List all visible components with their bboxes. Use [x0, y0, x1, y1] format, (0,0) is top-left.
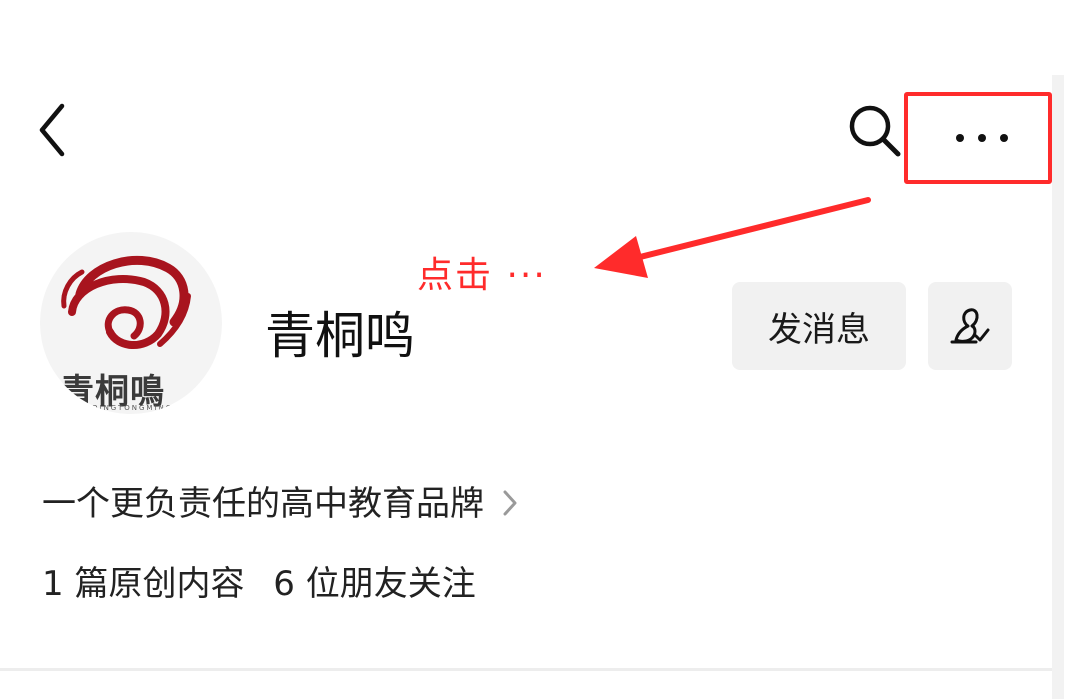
- send-message-button[interactable]: 发消息: [732, 282, 906, 370]
- section-divider: [0, 668, 1052, 671]
- more-button[interactable]: [904, 92, 1052, 184]
- account-stats: 1 篇原创内容 6 位朋友关注: [42, 556, 476, 605]
- follow-status-button[interactable]: [928, 282, 1012, 370]
- search-icon: [849, 105, 901, 157]
- avatar[interactable]: 青桐鳴 QINGTONGMING: [40, 232, 222, 414]
- avatar-logo-subtext: QINGTONGMING: [92, 404, 174, 412]
- more-horizontal-icon: [956, 134, 1008, 142]
- user-check-icon: [950, 308, 990, 344]
- chevron-left-icon: [39, 103, 65, 157]
- right-scroll-edge: [1052, 75, 1064, 699]
- friends-following-count[interactable]: 6 位朋友关注: [273, 564, 475, 604]
- original-content-count[interactable]: 1 篇原创内容: [42, 564, 244, 604]
- search-button[interactable]: [842, 98, 906, 162]
- chevron-right-icon: [503, 490, 517, 515]
- account-intro-row[interactable]: 一个更负责任的高中教育品牌: [42, 476, 518, 525]
- account-intro-text: 一个更负责任的高中教育品牌: [42, 484, 484, 524]
- annotation-label: 点击 ···: [417, 255, 547, 296]
- back-button[interactable]: [28, 100, 76, 160]
- annotation-arrow-icon: [594, 197, 871, 278]
- account-name: 青桐鸣: [265, 307, 415, 365]
